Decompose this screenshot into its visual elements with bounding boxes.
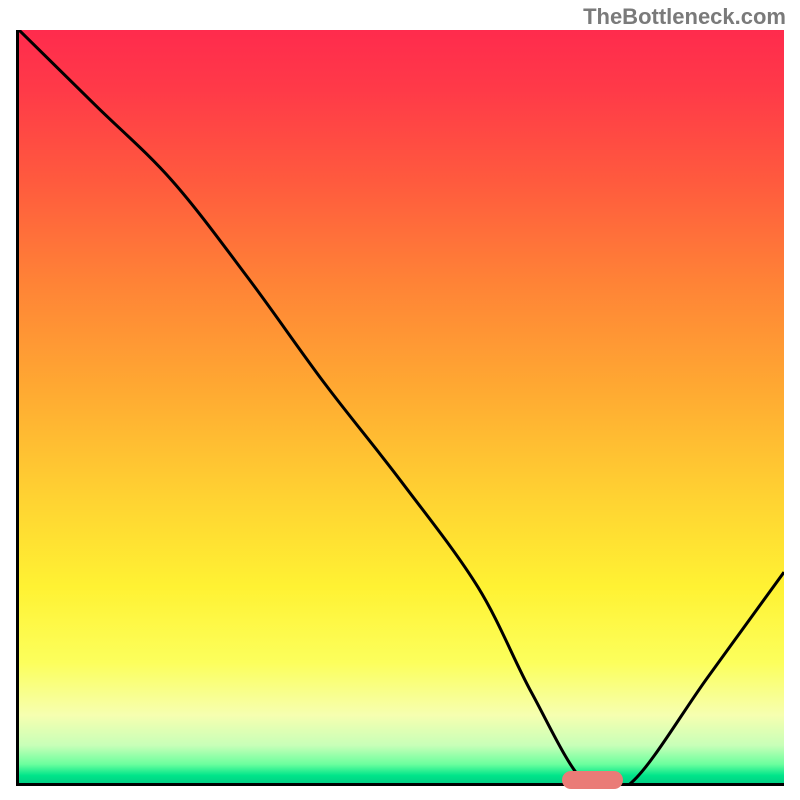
chart-plot-area	[16, 30, 784, 786]
optimal-range-marker	[562, 771, 623, 789]
watermark-text: TheBottleneck.com	[583, 4, 786, 30]
chart-curve	[19, 30, 784, 783]
